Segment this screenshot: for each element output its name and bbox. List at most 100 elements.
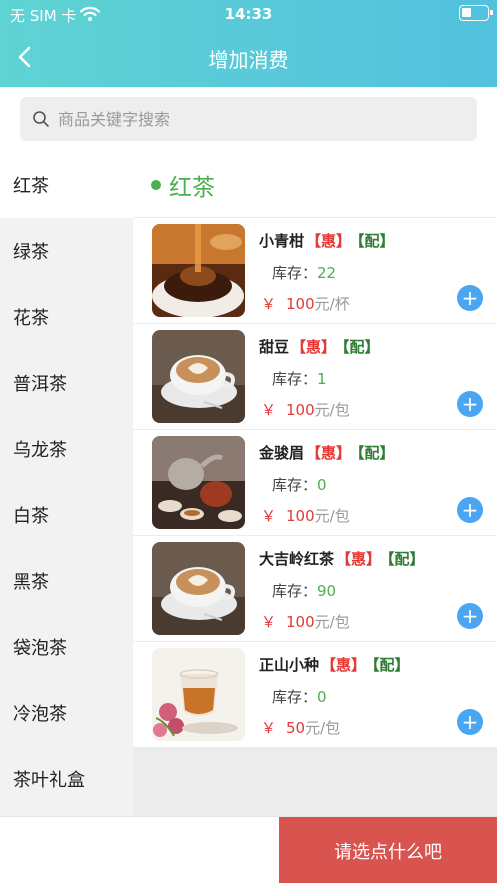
stock-line: 库存：0 xyxy=(272,474,327,495)
sidebar-item-label: 乌龙茶 xyxy=(13,440,67,461)
currency-symbol: ￥ xyxy=(261,401,277,419)
search-input[interactable] xyxy=(58,109,477,129)
discount-tag: 【惠】 xyxy=(291,338,337,356)
add-to-order-button[interactable]: + xyxy=(457,285,483,311)
sidebar-item-dark-tea[interactable]: 黑茶 xyxy=(0,548,133,614)
bottom-bar: 请选点什么吧 xyxy=(0,816,497,883)
pairing-tag: 【配】 xyxy=(372,656,410,674)
stock-value: 22 xyxy=(317,264,337,282)
price-line: ￥ 100元/包 xyxy=(261,505,350,526)
sidebar-item-label: 花茶 xyxy=(13,308,49,329)
price-line: ￥ 100元/杯 xyxy=(261,293,350,314)
discount-tag: 【惠】 xyxy=(306,232,352,250)
stock-line: 库存：22 xyxy=(272,262,336,283)
stock-label: 库存： xyxy=(272,688,318,706)
sidebar-item-gift-box[interactable]: 茶叶礼盒 xyxy=(0,746,133,812)
pairing-tag: 【配】 xyxy=(387,550,425,568)
app-header: 无 SIM 卡 14:33 增加消费 xyxy=(0,0,497,87)
price-line: ￥ 100元/包 xyxy=(261,611,350,632)
rose-tea-image xyxy=(152,648,245,741)
add-to-order-button[interactable]: + xyxy=(457,391,483,417)
search-area xyxy=(0,87,497,152)
product-name-line: 正山小种 【惠】 【配】 xyxy=(259,654,495,675)
price-value: 100 xyxy=(286,507,315,525)
stock-value: 1 xyxy=(317,370,327,388)
price-unit: 元/杯 xyxy=(314,295,350,313)
price-unit: 元/包 xyxy=(314,401,350,419)
product-name: 正山小种 xyxy=(259,656,320,674)
stock-value: 90 xyxy=(317,582,337,600)
add-to-order-button[interactable]: + xyxy=(457,709,483,735)
nav-bar: 增加消费 xyxy=(0,30,497,87)
product-row[interactable]: 甜豆 【惠】 【配】 库存：1 ￥ 100元/包 + xyxy=(133,324,497,430)
product-name: 金骏眉 xyxy=(259,444,305,462)
search-box[interactable] xyxy=(20,97,477,141)
sidebar-item-label: 袋泡茶 xyxy=(13,638,67,659)
plus-icon: + xyxy=(461,392,479,416)
stock-value: 0 xyxy=(317,688,327,706)
product-row[interactable]: 金骏眉 【惠】 【配】 库存：0 ￥ 100元/包 + xyxy=(133,430,497,536)
sidebar-item-label: 冷泡茶 xyxy=(13,704,67,725)
price-value: 100 xyxy=(286,295,315,313)
price-line: ￥ 50元/包 xyxy=(261,717,340,738)
plus-icon: + xyxy=(461,286,479,310)
price-unit: 元/包 xyxy=(314,613,350,631)
stock-label: 库存： xyxy=(272,264,318,282)
tea-pouring-image xyxy=(152,224,245,317)
page-title: 增加消费 xyxy=(208,48,289,72)
checkout-button[interactable]: 请选点什么吧 xyxy=(279,817,497,883)
product-name-line: 大吉岭红茶 【惠】 【配】 xyxy=(259,548,495,569)
stock-label: 库存： xyxy=(272,370,318,388)
sidebar-item-label: 黑茶 xyxy=(13,572,49,593)
sidebar-item-tea-bags[interactable]: 袋泡茶 xyxy=(0,614,133,680)
product-row[interactable]: 正山小种 【惠】 【配】 库存：0 ￥ 50元/包 + xyxy=(133,642,497,748)
price-value: 50 xyxy=(286,719,306,737)
pairing-tag: 【配】 xyxy=(342,338,380,356)
sidebar-item-green-tea[interactable]: 绿茶 xyxy=(0,218,133,284)
sidebar-item-flower-tea[interactable]: 花茶 xyxy=(0,284,133,350)
teapot-set-image xyxy=(152,436,245,529)
currency-symbol: ￥ xyxy=(261,507,277,525)
currency-symbol: ￥ xyxy=(261,719,277,737)
discount-tag: 【惠】 xyxy=(336,550,382,568)
sidebar-item-oolong-tea[interactable]: 乌龙茶 xyxy=(0,416,133,482)
stock-value: 0 xyxy=(317,476,327,494)
pairing-tag: 【配】 xyxy=(357,232,395,250)
stock-line: 库存：90 xyxy=(272,580,336,601)
product-name-line: 金骏眉 【惠】 【配】 xyxy=(259,442,495,463)
category-title: 红茶 xyxy=(169,174,215,201)
add-to-order-button[interactable]: + xyxy=(457,603,483,629)
currency-symbol: ￥ xyxy=(261,613,277,631)
price-line: ￥ 100元/包 xyxy=(261,399,350,420)
stock-label: 库存： xyxy=(272,582,318,600)
sidebar-item-white-tea[interactable]: 白茶 xyxy=(0,482,133,548)
product-row[interactable]: 小青柑 【惠】 【配】 库存：22 ￥ 100元/杯 + xyxy=(133,218,497,324)
product-name: 大吉岭红茶 xyxy=(259,550,335,568)
sidebar-item-label: 白茶 xyxy=(13,506,49,527)
plus-icon: + xyxy=(461,604,479,628)
sidebar-item-label: 普洱茶 xyxy=(13,374,67,395)
category-header: 红茶 xyxy=(133,152,497,218)
add-to-order-button[interactable]: + xyxy=(457,497,483,523)
product-name-line: 甜豆 【惠】 【配】 xyxy=(259,336,495,357)
category-dot-icon xyxy=(151,179,161,190)
status-time: 14:33 xyxy=(224,5,273,23)
search-icon xyxy=(33,111,49,127)
sidebar-item-red-tea[interactable]: 红茶 xyxy=(0,152,133,218)
stock-line: 库存：1 xyxy=(272,368,327,389)
product-name-line: 小青柑 【惠】 【配】 xyxy=(259,230,495,251)
stock-line: 库存：0 xyxy=(272,686,327,707)
sidebar-item-label: 红茶 xyxy=(13,176,49,197)
price-unit: 元/包 xyxy=(314,507,350,525)
product-name: 甜豆 xyxy=(259,338,290,356)
plus-icon: + xyxy=(461,498,479,522)
sidebar-item-puer-tea[interactable]: 普洱茶 xyxy=(0,350,133,416)
price-value: 100 xyxy=(286,401,315,419)
sidebar-item-label: 绿茶 xyxy=(13,242,49,263)
product-row[interactable]: 大吉岭红茶 【惠】 【配】 库存：90 ￥ 100元/包 + xyxy=(133,536,497,642)
price-value: 100 xyxy=(286,613,315,631)
plus-icon: + xyxy=(461,710,479,734)
stock-label: 库存： xyxy=(272,476,318,494)
sidebar-item-cold-brew[interactable]: 冷泡茶 xyxy=(0,680,133,746)
latte-cup-image xyxy=(152,330,245,423)
